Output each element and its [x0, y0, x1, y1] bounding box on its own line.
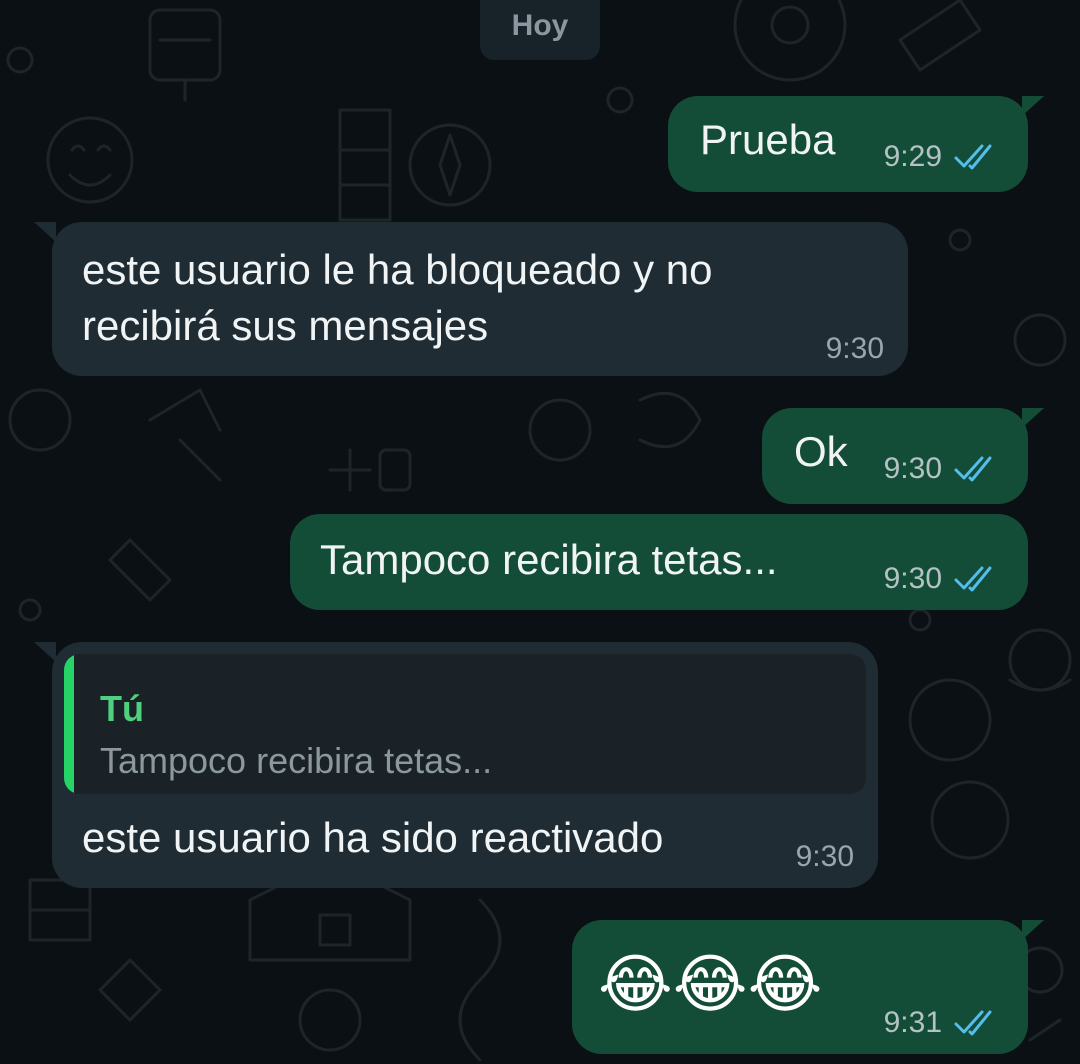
double-check-icon	[954, 456, 992, 482]
quoted-message[interactable]: Tú Tampoco recibira tetas...	[64, 654, 866, 794]
double-check-icon	[954, 566, 992, 592]
message-text: Ok	[794, 428, 848, 475]
message-text: este usuario ha sido reactivado	[82, 814, 664, 861]
message-text: este usuario le ha bloqueado y no recibi…	[82, 246, 713, 349]
message-time: 9:30	[825, 332, 884, 365]
message-meta: 9:30	[884, 452, 1000, 486]
message-meta: 9:30	[884, 562, 1000, 596]
message-time: 9:29	[883, 140, 942, 173]
message-bubble-incoming-reply[interactable]: Tú Tampoco recibira tetas... este usuari…	[34, 642, 878, 888]
message-meta: 9:31	[884, 1006, 1000, 1040]
message-bubble-outgoing[interactable]: Ok 9:30	[762, 408, 1044, 504]
bubble-tail	[1022, 96, 1044, 116]
message-meta: 9:30	[796, 840, 854, 874]
message-time: 9:30	[883, 562, 942, 595]
quote-accent-bar	[64, 654, 74, 794]
message-meta: 9:30	[826, 332, 884, 366]
message-text: Prueba	[700, 116, 836, 163]
double-check-icon	[954, 144, 992, 170]
date-separator: Hoy	[480, 0, 600, 60]
bubble-tail	[34, 642, 56, 662]
message-meta: 9:29	[884, 140, 1000, 174]
bubble-tail	[1022, 920, 1044, 940]
quote-text: Tampoco recibira tetas...	[100, 740, 493, 781]
message-bubble-outgoing[interactable]: Tampoco recibira tetas... 9:30	[290, 514, 1028, 610]
bubble-tail	[34, 222, 56, 242]
message-emoji: 😂😂😂	[598, 948, 823, 1020]
message-bubble-outgoing[interactable]: Prueba 9:29	[668, 96, 1044, 192]
message-time: 9:30	[883, 452, 942, 485]
conversation: Hoy Prueba 9:29 este usuario le ha bloqu…	[0, 0, 1080, 1064]
bubble-tail	[1022, 408, 1044, 428]
message-time: 9:30	[795, 840, 854, 873]
message-text: Tampoco recibira tetas...	[320, 536, 778, 583]
quote-author: Tú	[100, 688, 144, 729]
double-check-icon	[954, 1010, 992, 1036]
message-bubble-incoming[interactable]: este usuario le ha bloqueado y no recibi…	[34, 222, 908, 376]
message-bubble-outgoing[interactable]: 😂😂😂 9:31	[572, 920, 1044, 1054]
message-time: 9:31	[883, 1006, 942, 1039]
